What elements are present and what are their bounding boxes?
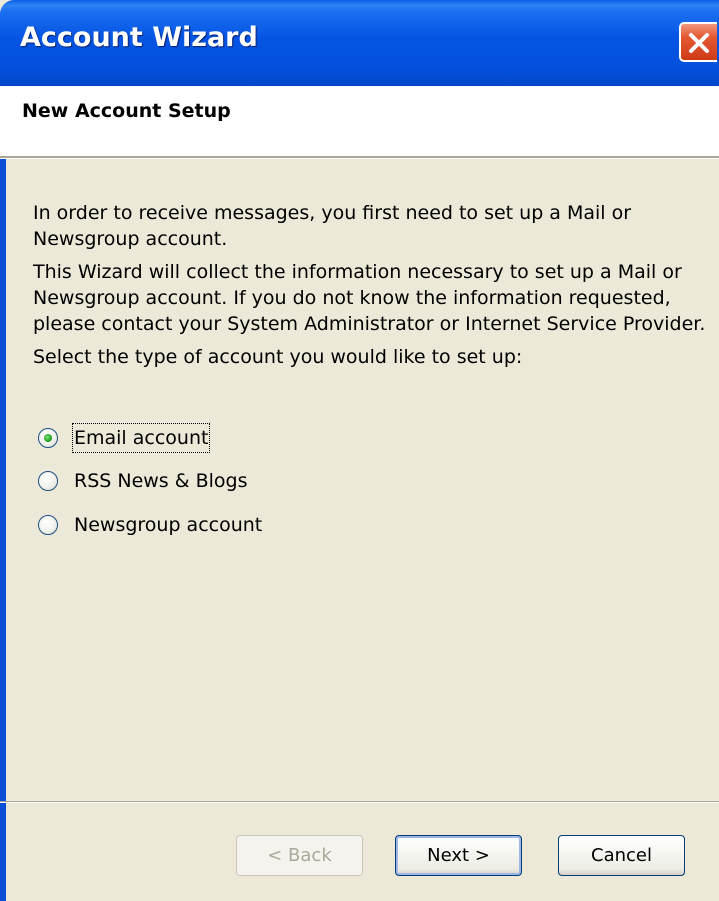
radio-button-rss[interactable] (38, 471, 58, 491)
close-button[interactable] (679, 22, 717, 62)
back-button[interactable]: < Back (236, 835, 363, 876)
radio-label-rss[interactable]: RSS News & Blogs (74, 468, 248, 494)
cancel-button[interactable]: Cancel (558, 835, 685, 876)
window-title: Account Wizard (20, 22, 258, 53)
info-text-line-1: This Wizard will collect the information… (33, 261, 682, 283)
intro-text-line-2: Newsgroup account. (33, 228, 228, 250)
radio-button-newsgroup[interactable] (38, 515, 58, 535)
next-button[interactable]: Next > (395, 835, 522, 876)
close-icon (689, 33, 709, 53)
radio-label-newsgroup[interactable]: Newsgroup account (74, 512, 262, 538)
title-bar[interactable]: Account Wizard (0, 0, 719, 86)
select-type-prompt: Select the type of account you would lik… (33, 346, 523, 368)
radio-selected-dot (44, 434, 52, 442)
intro-text-line-1: In order to receive messages, you first … (33, 202, 632, 224)
wizard-header: New Account Setup (0, 86, 719, 156)
account-wizard-window: Account Wizard New Account Setup In orde… (0, 0, 719, 901)
info-text-line-3: please contact your System Administrator… (33, 313, 706, 335)
radio-button-email[interactable] (38, 428, 58, 448)
radio-label-email[interactable]: Email account (71, 423, 211, 453)
info-text-line-2: Newsgroup account. If you do not know th… (33, 287, 671, 309)
window-frame-left (0, 86, 6, 901)
page-title: New Account Setup (22, 100, 231, 122)
